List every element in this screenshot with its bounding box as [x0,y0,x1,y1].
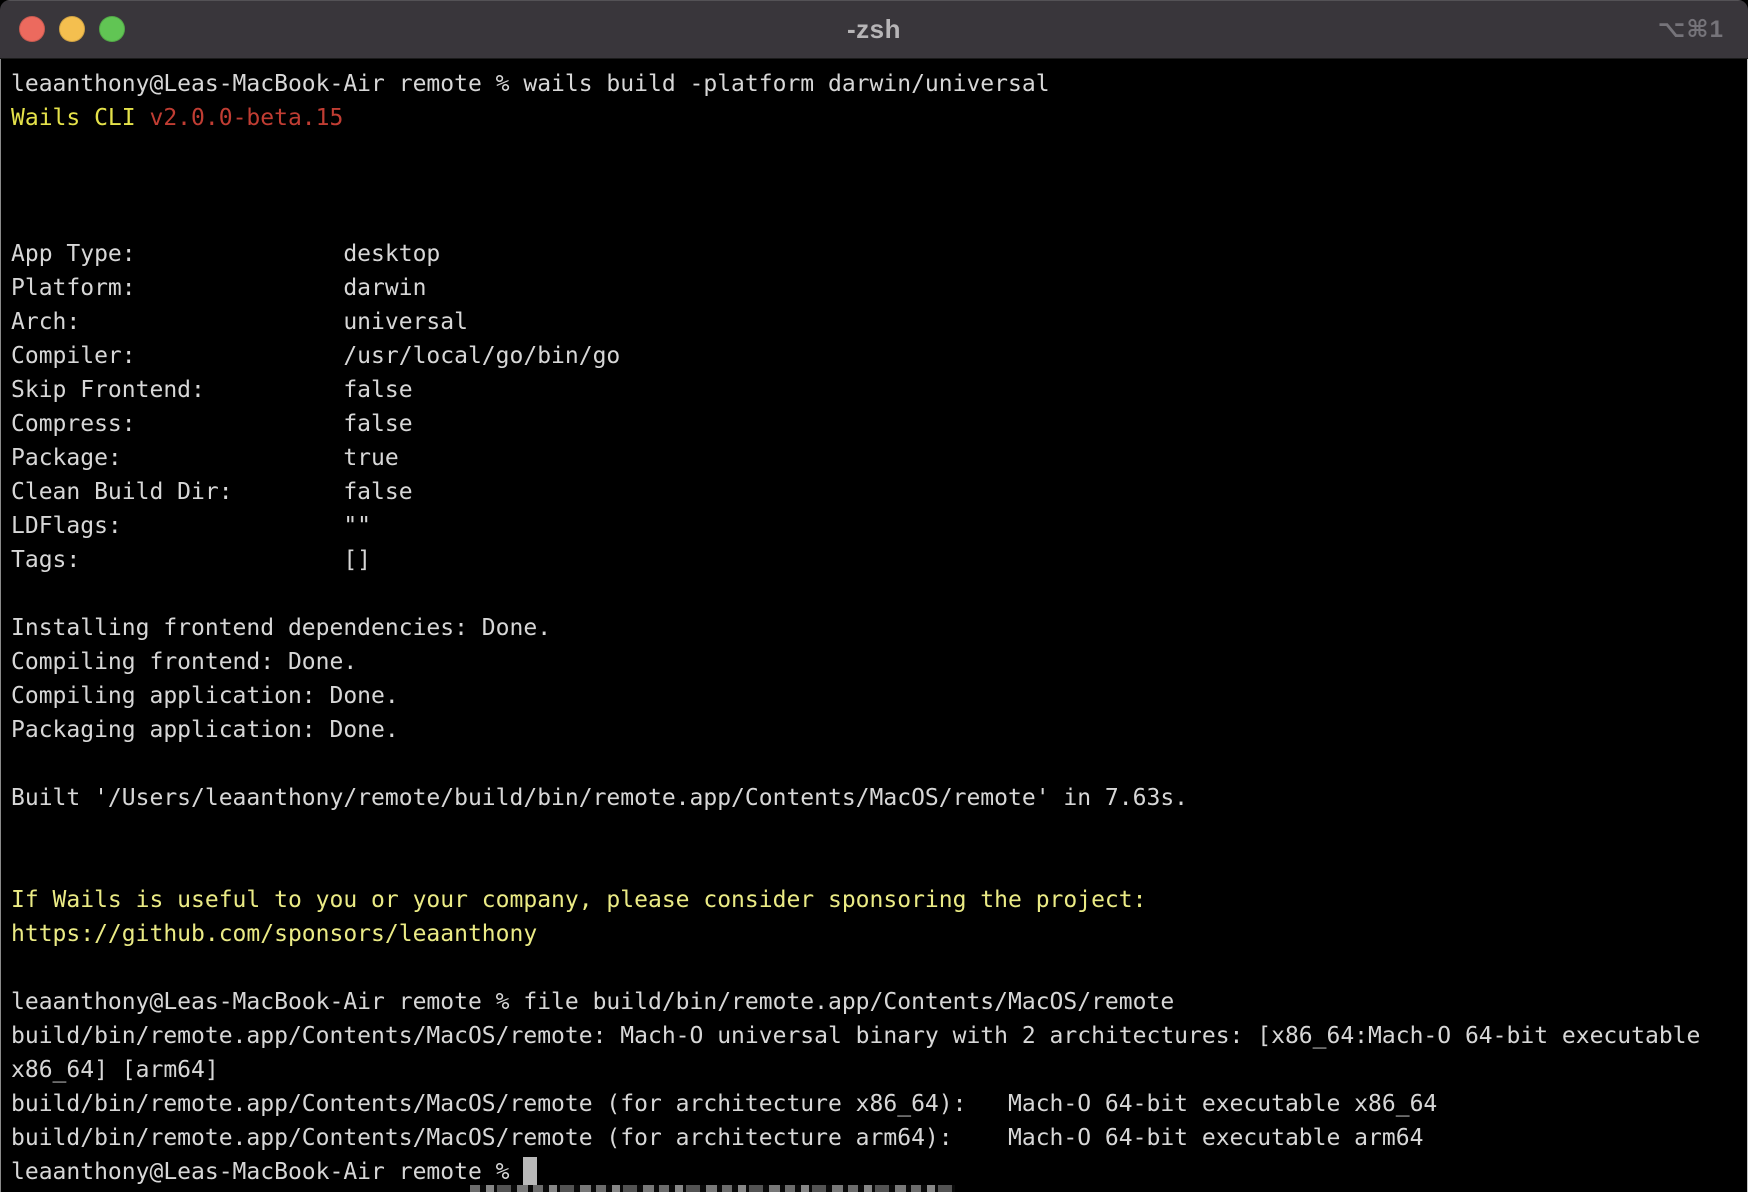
terminal-line [11,203,1748,237]
terminal-text-segment: build/bin/remote.app/Contents/MacOS/remo… [11,1091,1437,1117]
terminal-line: Compress: false [11,407,1748,441]
window-title-bar[interactable]: -zsh ⌥⌘1 [0,0,1748,59]
terminal-line: App Type: desktop [11,237,1748,271]
window-title: -zsh [0,0,1748,58]
terminal-line [11,951,1748,985]
terminal-output: leaanthony@Leas-MacBook-Air remote % wai… [11,67,1748,1189]
terminal-line [11,747,1748,781]
terminal-text-segment: Compiling frontend: Done. [11,649,357,675]
terminal-line: If Wails is useful to you or your compan… [11,883,1748,917]
terminal-window: -zsh ⌥⌘1 leaanthony@Leas-MacBook-Air rem… [0,0,1748,1192]
minimize-button[interactable] [59,16,85,42]
terminal-text-segment: Skip Frontend: false [11,377,413,403]
terminal-text-segment: v2.0.0-beta.15 [149,105,343,131]
terminal-line [11,815,1748,849]
terminal-line: https://github.com/sponsors/leaanthony [11,917,1748,951]
terminal-text-segment: Arch: universal [11,309,468,335]
zoom-button[interactable] [99,16,125,42]
terminal-line: leaanthony@Leas-MacBook-Air remote % fil… [11,985,1748,1019]
terminal-line: build/bin/remote.app/Contents/MacOS/remo… [11,1121,1748,1155]
terminal-line [11,135,1748,169]
terminal-line: LDFlags: "" [11,509,1748,543]
terminal-text-segment: https://github.com/sponsors/leaanthony [11,921,537,947]
terminal-line: Compiler: /usr/local/go/bin/go [11,339,1748,373]
terminal-screen[interactable]: leaanthony@Leas-MacBook-Air remote % wai… [0,59,1748,1192]
tab-shortcut-badge: ⌥⌘1 [1658,0,1724,58]
terminal-line [11,169,1748,203]
terminal-text-segment: leaanthony@Leas-MacBook-Air remote % wai… [11,71,1050,97]
terminal-text-segment: Installing frontend dependencies: Done. [11,615,551,641]
terminal-line: Clean Build Dir: false [11,475,1748,509]
terminal-text-segment: App Type: desktop [11,241,440,267]
terminal-line: Wails CLI v2.0.0-beta.15 [11,101,1748,135]
terminal-line: x86_64] [arm64] [11,1053,1748,1087]
terminal-line: leaanthony@Leas-MacBook-Air remote % [11,1155,1748,1189]
terminal-line: build/bin/remote.app/Contents/MacOS/remo… [11,1019,1748,1053]
terminal-text-segment: Clean Build Dir: false [11,479,413,505]
terminal-text-segment: If Wails is useful to you or your compan… [11,887,1146,913]
terminal-line [11,577,1748,611]
terminal-text-segment: x86_64] [arm64] [11,1057,219,1083]
terminal-text-segment: Packaging application: Done. [11,717,399,743]
terminal-cursor [523,1157,537,1185]
terminal-text-segment: leaanthony@Leas-MacBook-Air remote % [11,1159,523,1185]
terminal-text-segment: Built '/Users/leaanthony/remote/build/bi… [11,785,1188,811]
terminal-line: build/bin/remote.app/Contents/MacOS/remo… [11,1087,1748,1121]
terminal-text-segment: Compiler: /usr/local/go/bin/go [11,343,620,369]
terminal-line: Compiling application: Done. [11,679,1748,713]
terminal-text-segment: build/bin/remote.app/Contents/MacOS/remo… [11,1125,1423,1151]
terminal-text-segment: Tags: [] [11,547,371,573]
terminal-line: Packaging application: Done. [11,713,1748,747]
terminal-text-segment: build/bin/remote.app/Contents/MacOS/remo… [11,1023,1700,1049]
close-button[interactable] [19,16,45,42]
terminal-text-segment: Compress: false [11,411,413,437]
terminal-line: Installing frontend dependencies: Done. [11,611,1748,645]
terminal-line: Package: true [11,441,1748,475]
terminal-text-segment: LDFlags: "" [11,513,371,539]
terminal-text-segment: Platform: darwin [11,275,426,301]
terminal-text-segment: leaanthony@Leas-MacBook-Air remote % fil… [11,989,1174,1015]
terminal-line: leaanthony@Leas-MacBook-Air remote % wai… [11,67,1748,101]
terminal-line: Compiling frontend: Done. [11,645,1748,679]
terminal-line: Arch: universal [11,305,1748,339]
terminal-text-segment: Wails CLI [11,105,149,131]
clipped-background-text [470,1185,955,1192]
terminal-text-segment: Package: true [11,445,399,471]
terminal-line: Skip Frontend: false [11,373,1748,407]
terminal-line: Built '/Users/leaanthony/remote/build/bi… [11,781,1748,815]
terminal-line: Tags: [] [11,543,1748,577]
terminal-text-segment: Compiling application: Done. [11,683,399,709]
terminal-line: Platform: darwin [11,271,1748,305]
terminal-line [11,849,1748,883]
traffic-lights [19,16,125,42]
